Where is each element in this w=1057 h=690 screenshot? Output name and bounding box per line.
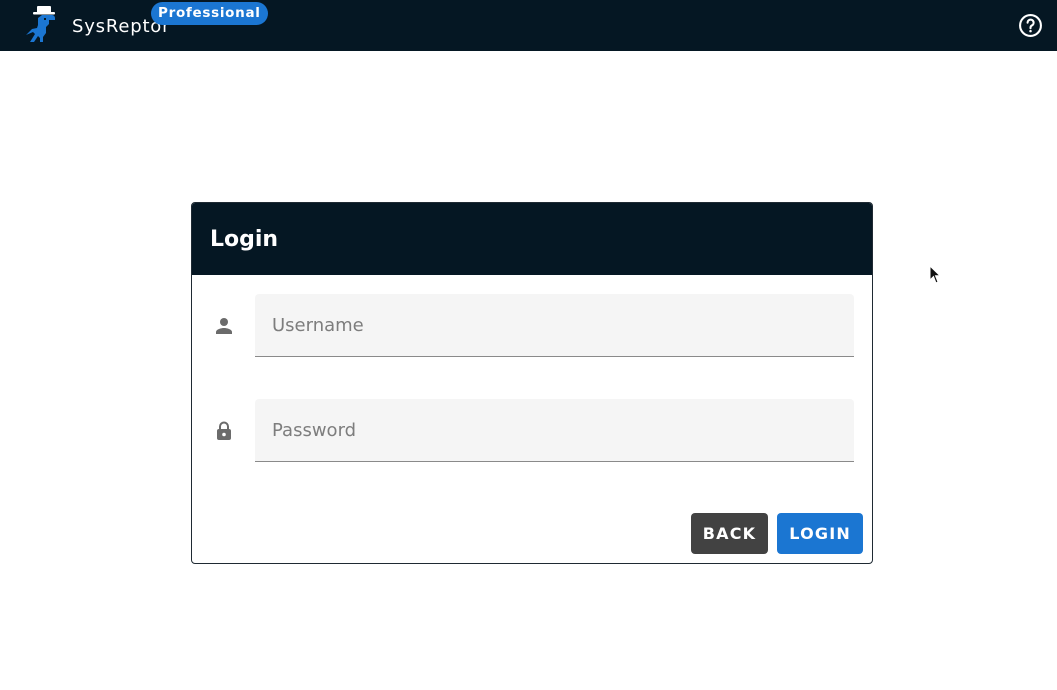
username-row [192,294,872,357]
lock-icon [217,421,231,440]
edition-badge: Professional [151,2,268,25]
password-row [192,399,872,462]
help-circle-icon[interactable] [1018,13,1043,38]
account-icon [216,318,232,334]
home-link[interactable]: SysReptor [22,4,170,46]
back-button[interactable]: BACK [690,513,769,554]
top-app-bar: SysReptor Professional [0,0,1057,51]
password-input[interactable] [255,399,854,462]
login-card: Login BACK LOGIN [191,202,873,564]
username-input[interactable] [255,294,854,357]
login-actions: BACK LOGIN [690,513,863,554]
login-title: Login [210,226,279,252]
sysreptor-logo-icon [26,6,55,42]
login-card-header: Login [192,203,872,275]
login-button[interactable]: LOGIN [777,513,863,554]
mouse-pointer-icon [929,265,942,284]
